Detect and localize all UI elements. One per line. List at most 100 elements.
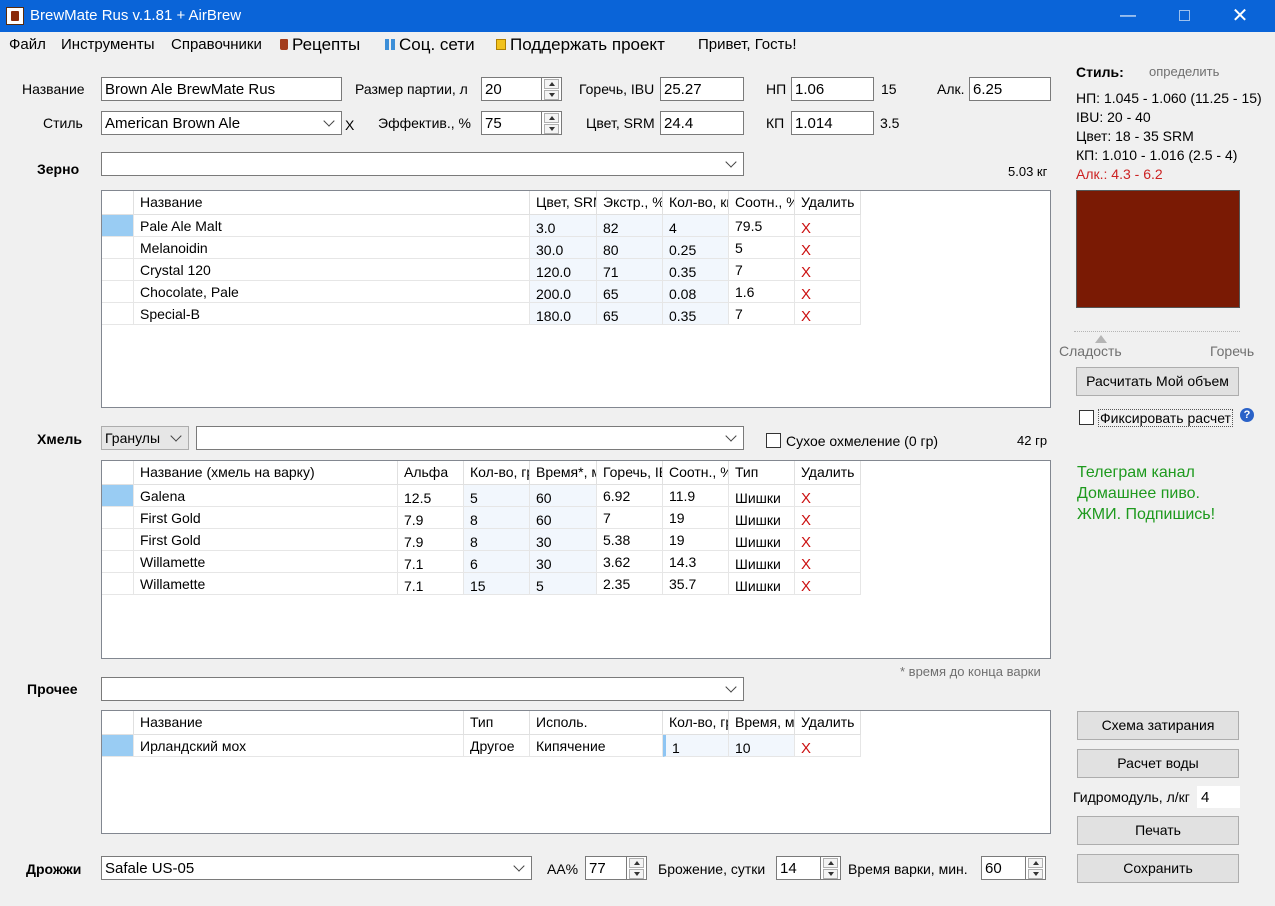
other-cell-del[interactable]: X: [795, 735, 861, 757]
table-row[interactable]: First Gold 7.9 8 60 7 19 Шишки X: [102, 507, 862, 529]
srm-field[interactable]: [660, 111, 744, 135]
batch-size-stepper[interactable]: [542, 77, 562, 101]
water-calc-button[interactable]: Расчет воды: [1077, 749, 1239, 778]
hops-cell-del[interactable]: X: [795, 529, 861, 551]
stepper-down-icon[interactable]: [544, 90, 559, 100]
table-row[interactable]: First Gold 7.9 8 30 5.38 19 Шишки X: [102, 529, 862, 551]
column-header[interactable]: Кол-во, гр: [464, 461, 530, 485]
column-header[interactable]: Цвет, SRM: [530, 191, 597, 215]
column-header[interactable]: Название: [134, 711, 464, 735]
hydromodule-input[interactable]: [1197, 786, 1240, 808]
row-selector[interactable]: [102, 573, 134, 595]
row-selector[interactable]: [102, 507, 134, 529]
column-header[interactable]: Исполь.: [530, 711, 663, 735]
stepper-up-icon[interactable]: [1028, 858, 1043, 868]
table-row[interactable]: Crystal 120 120.0 71 0.35 7 X: [102, 259, 862, 281]
column-header[interactable]: Время*, мин: [530, 461, 597, 485]
boil-time-input[interactable]: [981, 856, 1026, 880]
grain-cell-del[interactable]: X: [795, 215, 861, 237]
batch-size-input[interactable]: [481, 77, 542, 101]
mash-schedule-button[interactable]: Схема затирания: [1077, 711, 1239, 740]
column-header[interactable]: Тип: [464, 711, 530, 735]
stepper-up-icon[interactable]: [544, 79, 559, 89]
menu-tools[interactable]: Инструменты: [61, 36, 155, 53]
table-row[interactable]: Galena 12.5 5 60 6.92 11.9 Шишки X: [102, 485, 862, 507]
boil-time-stepper[interactable]: [1026, 856, 1046, 880]
table-row[interactable]: Chocolate, Pale 200.0 65 0.08 1.6 X: [102, 281, 862, 303]
aa-input[interactable]: [585, 856, 627, 880]
grain-cell-del[interactable]: X: [795, 281, 861, 303]
stepper-up-icon[interactable]: [629, 858, 644, 868]
grain-cell-del[interactable]: X: [795, 303, 861, 325]
row-selector[interactable]: [102, 303, 134, 325]
efficiency-stepper[interactable]: [542, 111, 562, 135]
grain-cell-del[interactable]: X: [795, 259, 861, 281]
fg-field[interactable]: [791, 111, 874, 135]
column-header[interactable]: Тип: [729, 461, 795, 485]
minimize-button[interactable]: —: [1101, 0, 1155, 32]
table-row[interactable]: Willamette 7.1 6 30 3.62 14.3 Шишки X: [102, 551, 862, 573]
column-header[interactable]: Удалить: [795, 191, 861, 215]
column-header[interactable]: Удалить: [795, 461, 861, 485]
yeast-select[interactable]: Safale US-05: [101, 856, 532, 880]
hop-form-select[interactable]: Гранулы: [101, 426, 189, 450]
recipe-name-input[interactable]: [101, 77, 342, 101]
stepper-up-icon[interactable]: [823, 858, 838, 868]
row-selector[interactable]: [102, 215, 134, 237]
column-header[interactable]: [102, 461, 134, 485]
menu-recipes[interactable]: Рецепты: [280, 35, 360, 55]
column-header[interactable]: Удалить: [795, 711, 861, 735]
column-header[interactable]: Альфа: [398, 461, 464, 485]
menu-references[interactable]: Справочники: [171, 36, 262, 53]
hops-cell-del[interactable]: X: [795, 551, 861, 573]
column-header[interactable]: Название (хмель на варку): [134, 461, 398, 485]
detect-style-link[interactable]: определить: [1149, 64, 1219, 79]
menu-file[interactable]: Файл: [9, 36, 46, 53]
table-row[interactable]: Special-B 180.0 65 0.35 7 X: [102, 303, 862, 325]
row-selector[interactable]: [102, 281, 134, 303]
column-header[interactable]: Название: [134, 191, 530, 215]
hops-table[interactable]: Название (хмель на варку) Альфа Кол-во, гр…: [101, 460, 1051, 659]
dry-hop-checkbox[interactable]: [766, 433, 781, 448]
telegram-promo[interactable]: Телеграм канал Домашнее пиво. ЖМИ. Подпи…: [1077, 462, 1215, 525]
abv-field[interactable]: [969, 77, 1051, 101]
column-header[interactable]: [102, 191, 134, 215]
column-header[interactable]: [102, 711, 134, 735]
grain-cell-del[interactable]: X: [795, 237, 861, 259]
other-select[interactable]: [101, 677, 744, 701]
og-field[interactable]: [791, 77, 874, 101]
column-header[interactable]: Кол-во, гр: [663, 711, 729, 735]
grain-select[interactable]: [101, 152, 744, 176]
table-row[interactable]: Pale Ale Malt 3.0 82 4 79.5 X: [102, 215, 862, 237]
style-clear-button[interactable]: X: [345, 117, 354, 133]
hops-cell-del[interactable]: X: [795, 485, 861, 507]
stepper-down-icon[interactable]: [544, 124, 559, 134]
stepper-down-icon[interactable]: [629, 869, 644, 879]
stepper-down-icon[interactable]: [1028, 869, 1043, 879]
maximize-button[interactable]: [1157, 0, 1211, 32]
column-header[interactable]: Горечь, IBU: [597, 461, 663, 485]
column-header[interactable]: Время, мин: [729, 711, 795, 735]
table-row[interactable]: Willamette 7.1 15 5 2.35 35.7 Шишки X: [102, 573, 862, 595]
row-selector[interactable]: [102, 529, 134, 551]
column-header[interactable]: Кол-во, кг: [663, 191, 729, 215]
efficiency-input[interactable]: [481, 111, 542, 135]
row-selector[interactable]: [102, 551, 134, 573]
column-header[interactable]: Соотн., %: [729, 191, 795, 215]
save-button[interactable]: Сохранить: [1077, 854, 1239, 883]
style-select[interactable]: American Brown Ale: [101, 111, 342, 135]
help-icon[interactable]: ?: [1240, 408, 1254, 422]
stepper-up-icon[interactable]: [544, 113, 559, 123]
row-selector[interactable]: [102, 735, 134, 757]
other-table[interactable]: НазваниеТипИсполь.Кол-во, грВремя, минУд…: [101, 710, 1051, 834]
column-header[interactable]: Экстр., %: [597, 191, 663, 215]
fix-calc-checkbox[interactable]: [1079, 410, 1094, 425]
table-row[interactable]: Ирландский мох Другое Кипячение 1 10 X: [102, 735, 862, 757]
stepper-down-icon[interactable]: [823, 869, 838, 879]
print-button[interactable]: Печать: [1077, 816, 1239, 845]
column-header[interactable]: Соотн., %: [663, 461, 729, 485]
hops-cell-del[interactable]: X: [795, 573, 861, 595]
row-selector[interactable]: [102, 485, 134, 507]
hop-select[interactable]: [196, 426, 744, 450]
ibu-field[interactable]: [660, 77, 744, 101]
